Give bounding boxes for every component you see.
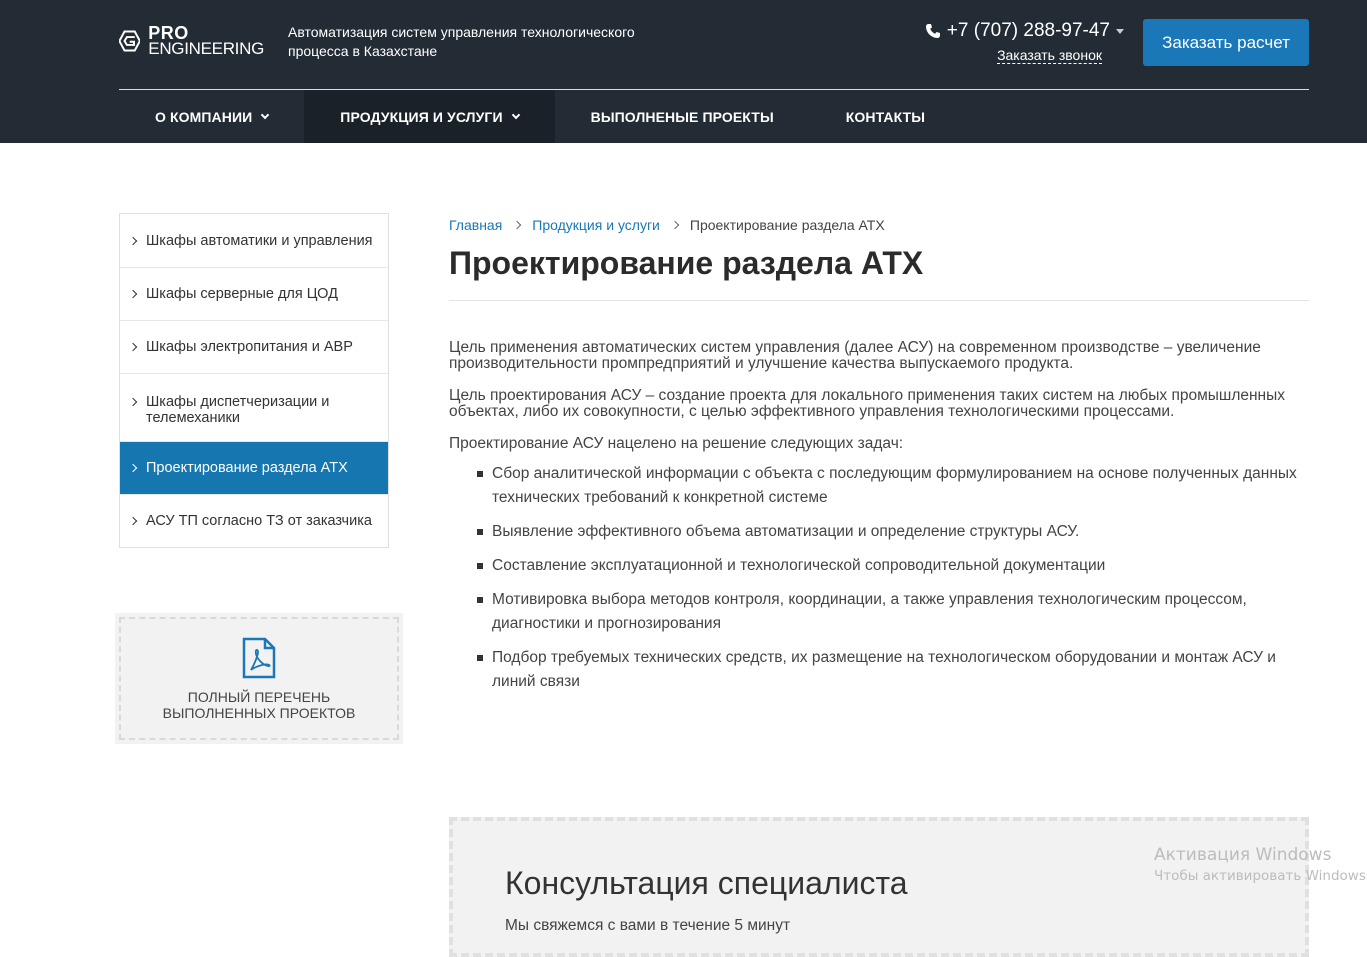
title-divider [449,300,1309,301]
sidebar-item-power-cabinets[interactable]: Шкафы электропитания и АВР [120,320,388,373]
chevron-down-icon [511,110,520,119]
sidebar-item-asu-tp[interactable]: АСУ ТП согласно ТЗ от заказчика [120,494,388,547]
task-list: Сбор аналитической информации с объекта … [449,462,1309,694]
phone-number: +7 (707) 288-97-47 [946,20,1110,41]
sidebar-item-label: Шкафы электропитания и АВР [146,339,353,355]
breadcrumb-home[interactable]: Главная [449,217,502,233]
list-item: Составление эксплуатационной и технологи… [449,554,1309,578]
windows-activation-title: Активация Windows [1154,845,1332,865]
consultation-title: Консультация специалиста [505,865,908,901]
chevron-right-icon [128,463,138,473]
nav-item-projects[interactable]: ВЫПОЛНЕНЫЕ ПРОЕКТЫ [555,90,810,143]
chevron-right-icon [128,289,138,299]
callback-link[interactable]: Заказать звонок [997,48,1102,64]
logo[interactable]: PRO ENGINEERING [119,14,264,68]
page-title: Проектирование раздела АТХ [449,245,924,281]
nav-item-contacts[interactable]: КОНТАКТЫ [810,90,961,143]
breadcrumb-current: Проектирование раздела АТХ [689,217,885,233]
paragraph-2: Цель проектирования АСУ – создание проек… [449,387,1286,420]
chevron-right-icon [128,236,138,245]
projects-pdf-download[interactable]: ПОЛНЫЙ ПЕРЕЧЕНЬ ВЫПОЛНЕННЫХ ПРОЕКТОВ [115,613,403,744]
list-item: Мотивировка выбора методов контроля, коо… [449,588,1309,636]
sidebar-item-label: АСУ ТП согласно ТЗ от заказчика [146,513,372,529]
pdf-label-line2: ВЫПОЛНЕННЫХ ПРОЕКТОВ [162,705,356,721]
chevron-right-icon [670,220,680,230]
main-nav: О КОМПАНИИ ПРОДУКЦИЯ И УСЛУГИ ВЫПОЛНЕНЫЕ… [119,90,961,143]
list-item: Сбор аналитической информации с объекта … [449,462,1309,510]
pdf-label-line1: ПОЛНЫЙ ПЕРЕЧЕНЬ [187,689,331,705]
list-item: Подбор требуемых технических средств, их… [449,646,1309,694]
breadcrumb-products[interactable]: Продукция и услуги [532,217,660,233]
nav-item-products[interactable]: ПРОДУКЦИЯ И УСЛУГИ [304,90,555,143]
phone-block: +7 (707) 288-97-47 Заказать звонок [914,20,1124,65]
sidebar-item-server-cabinets[interactable]: Шкафы серверные для ЦОД [120,267,388,320]
chevron-right-icon [513,220,522,230]
list-item: Выявление эффективного объема автоматиза… [449,520,1309,544]
breadcrumb: Главная Продукция и услуги Проектировани… [449,217,885,233]
phone-dropdown[interactable]: +7 (707) 288-97-47 [914,20,1124,42]
chevron-down-icon [261,110,270,119]
nav-item-about[interactable]: О КОМПАНИИ [119,90,304,143]
sidebar-item-atx-design[interactable]: Проектирование раздела АТХ [120,441,388,494]
sidebar-item-label: Шкафы диспетчеризации и телемеханики [146,394,330,426]
paragraph-1: Цель применения автоматических систем уп… [449,339,1261,372]
nav-item-label: ВЫПОЛНЕНЫЕ ПРОЕКТЫ [590,108,774,125]
sidebar-item-dispatch-cabinets[interactable]: Шкафы диспетчеризации и телемеханики [120,373,388,441]
nav-item-label: ПРОДУКЦИЯ И УСЛУГИ [340,108,503,125]
sidebar-menu: Шкафы автоматики и управления Шкафы серв… [119,213,389,548]
sidebar-item-automation-cabinets[interactable]: Шкафы автоматики и управления [120,214,388,267]
consultation-block: Консультация специалиста Мы свяжемся с в… [449,817,1309,957]
paragraph-3: Проектирование АСУ нацелено на решение с… [449,435,904,452]
main-content: Цель применения автоматических систем уп… [449,340,1309,704]
tagline: Автоматизация систем управления технолог… [288,24,635,59]
chevron-right-icon [128,342,138,352]
logo-text-engineering: ENGINEERING [148,39,264,58]
sidebar-item-label: Проектирование раздела АТХ [146,460,348,476]
caret-down-icon [1116,28,1124,34]
windows-activation-watermark: Активация Windows Чтобы активировать Win… [1154,845,1367,884]
sidebar-item-label: Шкафы серверные для ЦОД [146,286,338,302]
nav-item-label: КОНТАКТЫ [845,108,926,125]
order-calculation-button[interactable]: Заказать расчет [1143,19,1309,66]
site-header: PRO ENGINEERING Автоматизация систем упр… [0,0,1367,143]
nav-item-label: О КОМПАНИИ [155,108,253,125]
windows-activation-subtitle: Чтобы активировать Windows, п [1154,868,1367,884]
chevron-right-icon [128,516,138,526]
consultation-subtitle: Мы свяжемся с вами в течение 5 минут [505,917,791,934]
chevron-right-icon [128,397,138,407]
phone-icon [925,24,940,38]
sidebar-item-label: Шкафы автоматики и управления [146,232,373,249]
logo-icon [119,30,141,52]
pdf-icon [242,637,276,679]
